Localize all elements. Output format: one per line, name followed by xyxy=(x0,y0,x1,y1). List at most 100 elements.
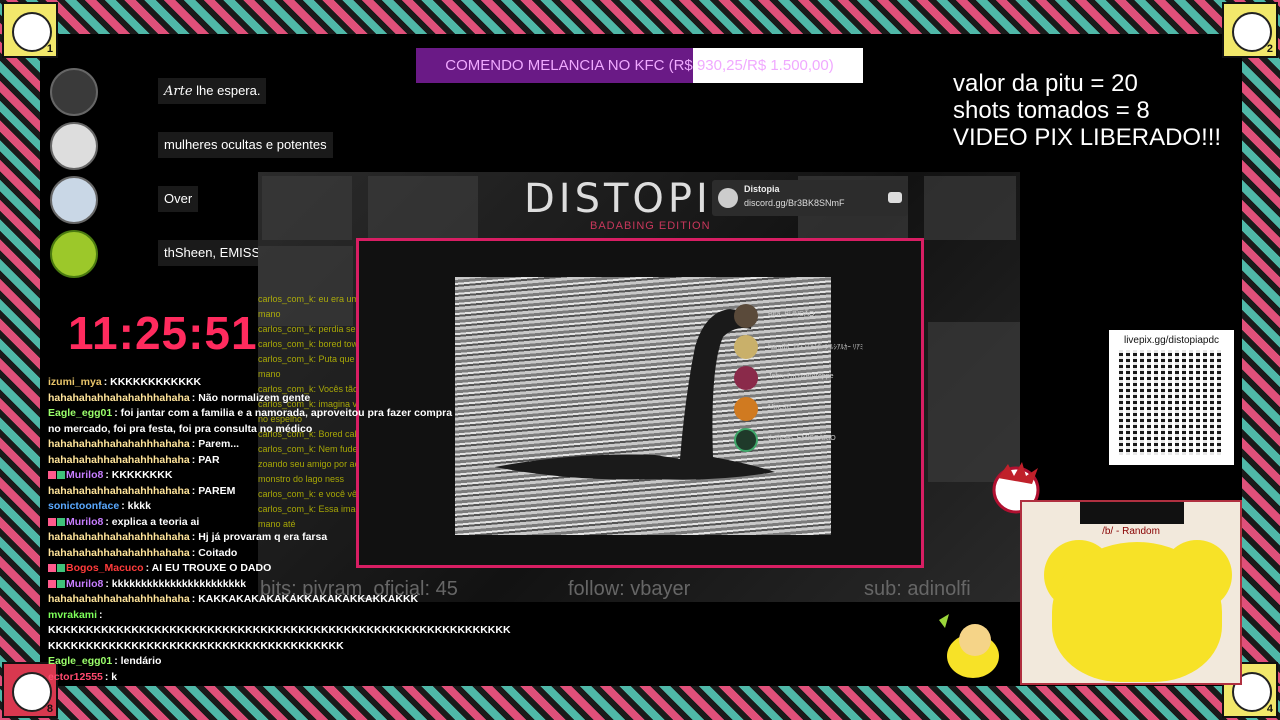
member-name: John, I'm overdroppe xyxy=(768,373,834,380)
chat-username[interactable]: Murilo8 xyxy=(66,516,103,528)
chat-message: Eagle_egg01: foi jantar com a familia e … xyxy=(48,406,458,422)
chat-message: sonictoonface: kkkk xyxy=(48,499,458,515)
chat-username[interactable]: Murilo8 xyxy=(66,469,103,481)
clock: 11:25:51 xyxy=(68,307,258,359)
avatar xyxy=(734,304,758,328)
chat-text: KKKKKKKKKKKK xyxy=(110,376,202,388)
chat-badge-icon xyxy=(48,564,56,572)
background-thumbnail xyxy=(368,176,478,240)
corner-avatar-2: 2 xyxy=(1222,2,1278,58)
voice-member-name: Arte lhe espera. xyxy=(158,78,267,104)
chat-text: kkkk xyxy=(127,500,151,512)
server-name: Distopia xyxy=(744,184,780,194)
chat-username[interactable]: sonictoonface xyxy=(48,500,119,512)
voice-name-strong: Arte xyxy=(164,84,193,99)
chat-username[interactable]: Murilo8 xyxy=(66,578,103,590)
chat-username[interactable]: Eagle_egg01 xyxy=(48,655,112,667)
discord-widget: Distopia discord.gg/Br3BK8SNmF xyxy=(712,180,908,216)
meme-header-bar xyxy=(1080,502,1184,524)
chat-username[interactable]: hahahahahhahahahhhahaha xyxy=(48,531,190,543)
discord-link: discord.gg/Br3BK8SNmF xyxy=(744,198,845,208)
chat-message: KKKKKKKKKKKKKKKKKKKKKKKKKKKKKKKKKKKKKKKK… xyxy=(48,623,511,639)
voice-member-name: mulheres ocultas e potentes xyxy=(158,132,333,158)
server-icon xyxy=(718,188,738,208)
chat-text: Coitado xyxy=(198,546,238,559)
avatar xyxy=(50,176,98,224)
chat-badge-icon xyxy=(57,471,65,479)
chat-username[interactable]: ector12555 xyxy=(48,671,103,683)
voice-member: Over xyxy=(50,176,280,224)
corner-number: 2 xyxy=(1266,43,1273,55)
member-name: thsheen, EMISSÁRIO xyxy=(768,435,836,442)
chat-text: KAKKAKAKAKAKAKKAKAKAKKAKKAKKK xyxy=(198,593,419,605)
chat-text: PAREM xyxy=(198,484,236,497)
chat-message: Eagle_egg01: lendário xyxy=(48,654,458,670)
pix-qr-panel: livepix.gg/distopiapdc xyxy=(1109,330,1234,465)
discord-member: John, I'm overdroppe xyxy=(734,366,894,392)
member-name: Bira, BUNDÃO xyxy=(768,311,815,318)
follow-alert: follow: vbayer xyxy=(568,578,691,600)
voice-member: Arte lhe espera. xyxy=(50,68,280,116)
avatar xyxy=(734,397,758,421)
chat-username[interactable]: hahahahahhahahahhhahaha xyxy=(48,485,190,497)
chat-separator: : xyxy=(99,608,103,621)
chat-text: Não normalizem gente xyxy=(198,391,311,404)
chat-badge-icon xyxy=(57,517,65,526)
chat-text: Hj já provaram q era farsa xyxy=(198,531,328,543)
chat-username[interactable]: hahahahahhahahahhhahaha xyxy=(48,593,190,605)
member-name: Mineiro xyxy=(768,404,791,411)
chat-message: Murilo8: explica a teoria ai xyxy=(48,515,458,531)
chat-text: kkkkkkkkkkkkkkkkkkkkkkk xyxy=(111,577,247,590)
chat-text: KKKKKKKK xyxy=(111,469,173,481)
voice-name-rest: lhe espera. xyxy=(192,83,261,98)
chat-message: izumi_mya: KKKKKKKKKKKK xyxy=(48,375,458,391)
chat-text: lendário xyxy=(120,655,162,667)
voice-member: mulheres ocultas e potentes xyxy=(50,122,333,170)
chat-text: explica a teoria ai xyxy=(111,515,200,528)
chat-badge-icon xyxy=(48,471,56,479)
discord-member: thsheen, EMISSÁRIO xyxy=(734,428,894,454)
discord-member: Bira, BUNDÃO xyxy=(734,304,894,330)
chat-message: Murilo8: kkkkkkkkkkkkkkkkkkkkkkk xyxy=(48,577,458,593)
chat-message: ector12555: k xyxy=(48,670,458,686)
discord-member: hanabi, ｱﾙﾄｽﾑﾗﾁﾀｰﾗ ﾙｼｱﾙｶｰ ﾘｱﾐ xyxy=(734,335,894,361)
corner-number: 1 xyxy=(46,43,53,55)
board-title: /b/ - Random xyxy=(1102,526,1160,537)
chat-badge-icon xyxy=(57,564,65,572)
member-name: hanabi, ｱﾙﾄｽﾑﾗﾁﾀｰﾗ ﾙｼｱﾙｶｰ ﾘｱﾐ xyxy=(768,344,864,351)
chat-username[interactable]: mvrakami xyxy=(48,609,97,621)
chat-message: hahahahahhahahahhhahaha: Coitado xyxy=(48,546,458,562)
chat-username[interactable]: hahahahahhahahahhhahaha xyxy=(48,438,190,450)
qr-label: livepix.gg/distopiapdc xyxy=(1123,335,1220,346)
voice-member-name: Over xyxy=(158,186,199,212)
chat-message: hahahahahhahahahhhahaha: Não normalizem … xyxy=(48,391,458,407)
donation-goal-bar: COMENDO MELANCIA NO KFC (R$ 930,25/R$ 1.… xyxy=(416,48,863,83)
chat-username[interactable]: Eagle_egg01 xyxy=(48,407,112,419)
stat-video-pix: VIDEO PIX LIBERADO!!! xyxy=(953,124,1222,151)
chat-text: k xyxy=(111,670,118,683)
avatar xyxy=(50,122,98,170)
decorative-border-bottom xyxy=(0,686,1280,720)
corner-number: 8 xyxy=(46,703,53,715)
decorative-border-right xyxy=(1242,34,1280,686)
corner-avatar-1: 1 xyxy=(2,2,58,58)
chat-message: mvrakami: xyxy=(48,608,458,624)
meme-image: /b/ - Random xyxy=(1020,500,1242,685)
avatar xyxy=(50,68,98,116)
chat-text: AI EU TROUXE O DADO xyxy=(151,562,272,574)
chat-badge-icon xyxy=(48,517,56,526)
chat-message: no mercado, foi pra festa, foi pra consu… xyxy=(48,422,458,438)
chat-badge-icon xyxy=(48,579,56,588)
chat-username[interactable]: hahahahahhahahahhhahaha xyxy=(48,547,190,559)
chat-username[interactable]: izumi_mya xyxy=(48,376,102,388)
chat-username[interactable]: Bogos_Macuco xyxy=(66,562,144,574)
decorative-border-left xyxy=(0,34,40,686)
chat-text: foi jantar com a familia e a namorada, a… xyxy=(120,407,453,419)
chat-username[interactable]: hahahahahhahahahhhahaha xyxy=(48,392,190,404)
brand-subtitle: BADABING EDITION xyxy=(590,220,711,232)
live-chat: izumi_mya: KKKKKKKKKKKK hahahahahhahahahh… xyxy=(48,375,511,686)
chat-username[interactable]: hahahahahhahahahhhahaha xyxy=(48,454,190,466)
discord-icon xyxy=(888,192,902,203)
stream-stats: valor da pitu = 20 shots tomados = 8 VID… xyxy=(953,70,1221,151)
qr-code xyxy=(1119,350,1224,455)
